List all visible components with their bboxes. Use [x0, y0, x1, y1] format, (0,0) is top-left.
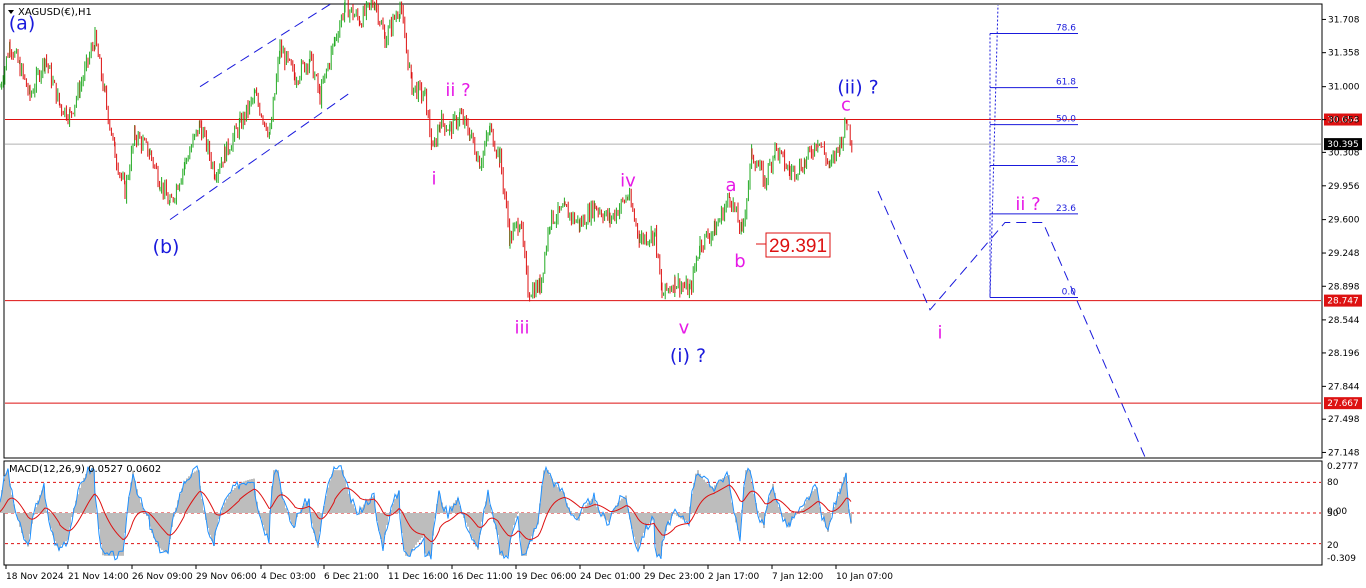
- fib-level-label: 38.2: [1056, 155, 1076, 165]
- wave-label: iii: [514, 318, 529, 339]
- x-tick-label: 18 Nov 2024: [6, 572, 64, 582]
- x-tick-label: 4 Dec 03:00: [261, 572, 316, 582]
- macd-y-label: -0.309: [1327, 554, 1356, 564]
- fib-level-label: 50.0: [1056, 115, 1076, 125]
- y-tick-label: 28.544: [1328, 316, 1360, 326]
- y-tick-label: 27.498: [1328, 415, 1360, 425]
- x-tick-label: 11 Dec 16:00: [388, 572, 449, 582]
- x-tick-label: 16 Dec 11:00: [452, 572, 513, 582]
- wave-label: (b): [153, 236, 180, 258]
- y-tick-label: 31.358: [1328, 49, 1360, 59]
- price-chart: 30.65428.74727.66730.395 78.661.850.038.…: [0, 0, 1362, 582]
- fib-level-label: 78.6: [1056, 23, 1076, 33]
- x-tick-label: 24 Dec 01:00: [580, 572, 641, 582]
- x-tick-label: 7 Jan 12:00: [772, 572, 824, 582]
- level-price-label: 27.667: [1327, 399, 1359, 409]
- y-tick-label: 29.956: [1328, 182, 1360, 192]
- x-tick-label: 19 Dec 06:00: [516, 572, 577, 582]
- y-tick-label: 28.898: [1328, 282, 1360, 292]
- wave-label: v: [679, 318, 690, 339]
- y-tick-label: 29.248: [1328, 249, 1360, 259]
- macd-y-label: 50: [1327, 509, 1339, 519]
- x-tick-label: 29 Dec 23:00: [644, 572, 705, 582]
- macd-y-label: 20: [1327, 541, 1339, 551]
- y-tick-label: 30.308: [1328, 148, 1360, 158]
- fib-level-label: 23.6: [1056, 204, 1076, 214]
- macd-y-label: 80: [1327, 478, 1339, 488]
- x-tick-label: 21 Nov 14:00: [68, 572, 129, 582]
- y-tick-label: 27.844: [1328, 382, 1360, 392]
- x-tick-label: 29 Nov 06:00: [196, 572, 257, 582]
- y-tick-label: 27.148: [1328, 448, 1360, 458]
- wave-label: ii ?: [1015, 194, 1040, 215]
- y-tick-label: 31.000: [1328, 83, 1360, 93]
- fib-level-label: 61.8: [1056, 78, 1076, 88]
- wave-label: a: [725, 175, 736, 196]
- instrument-title: XAGUSD(€),H1: [18, 7, 92, 18]
- wave-label: b: [734, 251, 745, 272]
- x-tick-label: 10 Jan 07:00: [836, 572, 893, 582]
- macd-title: MACD(12,26,9) 0.0527 0.0602: [9, 464, 161, 475]
- wave-label: i: [937, 322, 942, 343]
- wave-label: i: [431, 168, 436, 189]
- fib-level-label: 0.0: [1062, 287, 1077, 297]
- wave-label: ii ?: [445, 80, 470, 101]
- macd-y-label: 0.2777: [1327, 462, 1359, 472]
- wave-label: (i) ?: [670, 345, 706, 367]
- wave-label: iv: [620, 170, 636, 191]
- y-tick-label: 30.653: [1328, 116, 1360, 126]
- wave-label: (ii) ?: [837, 76, 879, 98]
- x-tick-label: 26 Nov 09:00: [132, 572, 193, 582]
- y-tick-label: 28.196: [1328, 349, 1360, 359]
- y-tick-label: 29.600: [1328, 216, 1360, 226]
- y-tick-label: 31.708: [1328, 15, 1360, 25]
- main-pane: [3, 3, 1323, 459]
- level-price-label: 28.747: [1327, 297, 1359, 307]
- x-tick-label: 6 Dec 21:00: [324, 572, 379, 582]
- x-tick-label: 2 Jan 17:00: [708, 572, 760, 582]
- price-annotation: 29.391: [769, 236, 827, 257]
